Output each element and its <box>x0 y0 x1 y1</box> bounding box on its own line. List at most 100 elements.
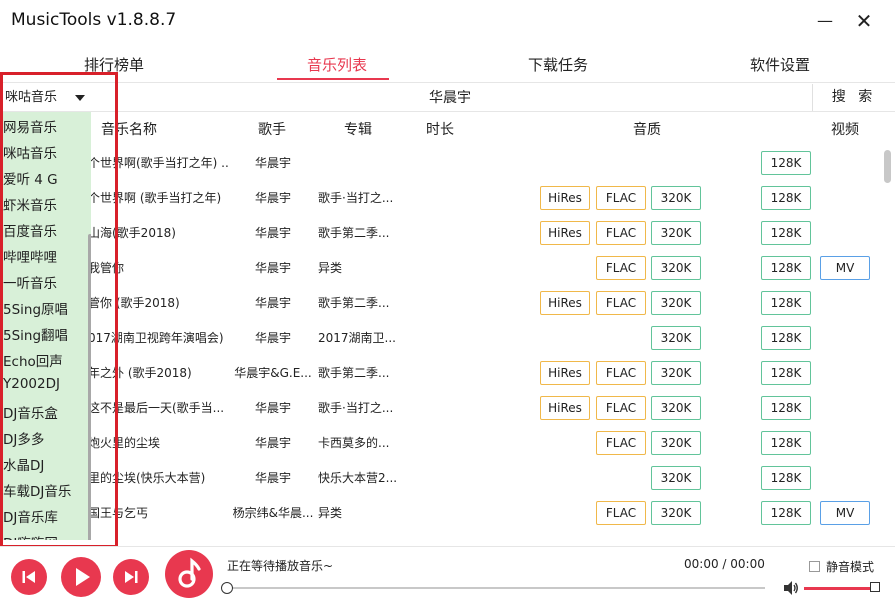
quality-320k-button[interactable]: 320K <box>651 291 701 315</box>
tab-settings[interactable]: 软件设置 <box>750 54 810 75</box>
source-option[interactable]: 车载DJ音乐 <box>3 480 71 500</box>
tab-downloads[interactable]: 下载任务 <box>528 54 588 75</box>
source-option[interactable]: 一听音乐 <box>3 272 57 292</box>
col-header-album[interactable]: 专辑 <box>344 119 372 139</box>
quality-320k-button[interactable]: 320K <box>651 466 701 490</box>
source-option[interactable]: 网易音乐 <box>3 116 57 136</box>
source-option[interactable]: 咪咕音乐 <box>3 142 57 162</box>
quality-128k-button[interactable]: 128K <box>761 221 811 245</box>
quality-flac-button[interactable]: FLAC <box>596 396 646 420</box>
next-button[interactable] <box>113 559 149 595</box>
quality-hires-button[interactable]: HiRes <box>540 291 590 315</box>
song-album: 歌手第二季... <box>318 226 390 240</box>
quality-128k-button[interactable]: 128K <box>761 151 811 175</box>
quality-320k-button[interactable]: 320K <box>651 326 701 350</box>
volume-slider[interactable] <box>804 587 876 590</box>
source-option[interactable]: 虾米音乐 <box>3 194 57 214</box>
song-album: 卡西莫多的... <box>318 436 390 450</box>
quality-flac-button[interactable]: FLAC <box>596 186 646 210</box>
song-row[interactable]: 017湖南卫视跨年演唱会) 华晨宇 2017湖南卫... 320K 128K <box>0 320 880 355</box>
scrollbar-thumb[interactable] <box>884 150 891 183</box>
dropdown-scrollbar[interactable] <box>88 234 91 540</box>
search-button[interactable]: 搜 索 <box>812 84 895 111</box>
source-option[interactable]: DJ多多 <box>3 428 44 448</box>
source-select[interactable]: 咪咕音乐 <box>2 84 90 111</box>
song-row[interactable]: 个世界啊(歌手当打之年) ... 华晨宇 128K <box>0 145 880 180</box>
quality-hires-button[interactable]: HiRes <box>540 221 590 245</box>
song-row[interactable]: 这不是最后一天(歌手当... 华晨宇 歌手·当打之... HiRes FLAC 320K 1… <box>0 390 880 425</box>
quality-128k-button[interactable]: 128K <box>761 396 811 420</box>
quality-320k-button[interactable]: 320K <box>651 431 701 455</box>
quality-128k-button[interactable]: 128K <box>761 326 811 350</box>
col-header-duration[interactable]: 时长 <box>426 119 454 139</box>
quality-flac-button[interactable]: FLAC <box>596 291 646 315</box>
quality-128k-button[interactable]: 128K <box>761 431 811 455</box>
song-row[interactable]: 年之外 (歌手2018) 华晨宇&G.E... 歌手第二季... HiRes FLAC 3… <box>0 355 880 390</box>
quality-hires-button[interactable]: HiRes <box>540 396 590 420</box>
quality-128k-button[interactable]: 128K <box>761 361 811 385</box>
source-option[interactable]: 5Sing原唱 <box>3 298 68 318</box>
quality-128k-button[interactable]: 128K <box>761 466 811 490</box>
quality-128k-button[interactable]: 128K <box>761 291 811 315</box>
song-row[interactable]: 个世界啊 (歌手当打之年) 华晨宇 歌手·当打之... HiRes FLAC 320K 12… <box>0 180 880 215</box>
prev-button[interactable] <box>11 559 47 595</box>
tab-music-list[interactable]: 音乐列表 <box>307 54 367 75</box>
mv-button[interactable]: MV <box>820 256 870 280</box>
quality-hires-button[interactable]: HiRes <box>540 361 590 385</box>
volume-icon[interactable] <box>783 580 799 596</box>
quality-320k-button[interactable]: 320K <box>651 501 701 525</box>
close-button[interactable]: ✕ <box>851 8 877 34</box>
song-row[interactable]: 炮火里的尘埃 华晨宇 卡西莫多的... FLAC 320K 128K <box>0 425 880 460</box>
quality-320k-button[interactable]: 320K <box>651 256 701 280</box>
song-row[interactable]: 里的尘埃(快乐大本营) 华晨宇 快乐大本营2... 320K 128K <box>0 460 880 495</box>
source-option[interactable]: Echo回声 <box>3 350 63 370</box>
song-row[interactable]: 我管你 华晨宇 异类 FLAC 320K 128K MV <box>0 250 880 285</box>
source-dropdown: 网易音乐咪咕音乐爱听 4 G 虾米音乐百度音乐哔哩哔哩一听音乐 5Sing原唱 5Si… <box>2 112 91 540</box>
volume-knob[interactable] <box>870 582 880 592</box>
song-album: 异类 <box>318 261 343 275</box>
mv-button[interactable]: MV <box>820 501 870 525</box>
quality-320k-button[interactable]: 320K <box>651 186 701 210</box>
song-row[interactable]: 国王与乞丐 杨宗纬&华晨... 异类 FLAC 320K 128K MV <box>0 495 880 530</box>
source-option[interactable]: 水晶DJ <box>3 454 44 474</box>
source-option[interactable]: 爱听 4 G <box>3 168 58 188</box>
minimize-button[interactable]: — <box>812 8 838 34</box>
source-option[interactable]: 哔哩哔哩 <box>3 246 57 266</box>
source-option[interactable]: 5Sing翻唱 <box>3 324 68 344</box>
quality-320k-button[interactable]: 320K <box>651 221 701 245</box>
col-header-singer[interactable]: 歌手 <box>258 119 286 139</box>
quality-hires-button[interactable]: HiRes <box>540 186 590 210</box>
song-list-scrollbar[interactable] <box>880 145 895 545</box>
quality-flac-button[interactable]: FLAC <box>596 221 646 245</box>
quality-128k-button[interactable]: 128K <box>761 501 811 525</box>
song-name: 017湖南卫视跨年演唱会) <box>88 331 224 345</box>
now-playing-status: 正在等待播放音乐~ <box>227 559 334 573</box>
quality-128k-button[interactable]: 128K <box>761 256 811 280</box>
quality-flac-button[interactable]: FLAC <box>596 501 646 525</box>
quality-flac-button[interactable]: FLAC <box>596 431 646 455</box>
source-option[interactable]: DJ嗨嗨网 <box>3 532 58 540</box>
search-input[interactable] <box>90 84 810 111</box>
song-name: 个世界啊 (歌手当打之年) <box>88 191 222 205</box>
song-row[interactable]: 管你 (歌手2018) 华晨宇 歌手第二季... HiRes FLAC 320K 128K <box>0 285 880 320</box>
source-option[interactable]: Y2002DJ <box>3 376 60 392</box>
col-header-name[interactable]: 音乐名称 <box>101 119 157 139</box>
quality-320k-button[interactable]: 320K <box>651 361 701 385</box>
tab-charts[interactable]: 排行榜单 <box>84 54 144 75</box>
source-option[interactable]: 百度音乐 <box>3 220 57 240</box>
quality-flac-button[interactable]: FLAC <box>596 256 646 280</box>
song-album: 异类 <box>318 506 343 520</box>
progress-track[interactable] <box>227 587 765 589</box>
progress-knob[interactable] <box>221 582 233 594</box>
source-option[interactable]: DJ音乐库 <box>3 506 58 526</box>
quality-320k-button[interactable]: 320K <box>651 396 701 420</box>
song-singer: 华晨宇 <box>254 296 291 310</box>
quality-128k-button[interactable]: 128K <box>761 186 811 210</box>
mute-checkbox[interactable] <box>809 561 820 572</box>
play-button[interactable] <box>61 557 101 597</box>
quality-flac-button[interactable]: FLAC <box>596 361 646 385</box>
song-row[interactable]: 山海(歌手2018) 华晨宇 歌手第二季... HiRes FLAC 320K 128K <box>0 215 880 250</box>
source-option[interactable]: DJ音乐盒 <box>3 402 58 422</box>
album-art[interactable] <box>165 550 213 598</box>
app-title: MusicTools v1.8.8.7 <box>11 10 177 30</box>
